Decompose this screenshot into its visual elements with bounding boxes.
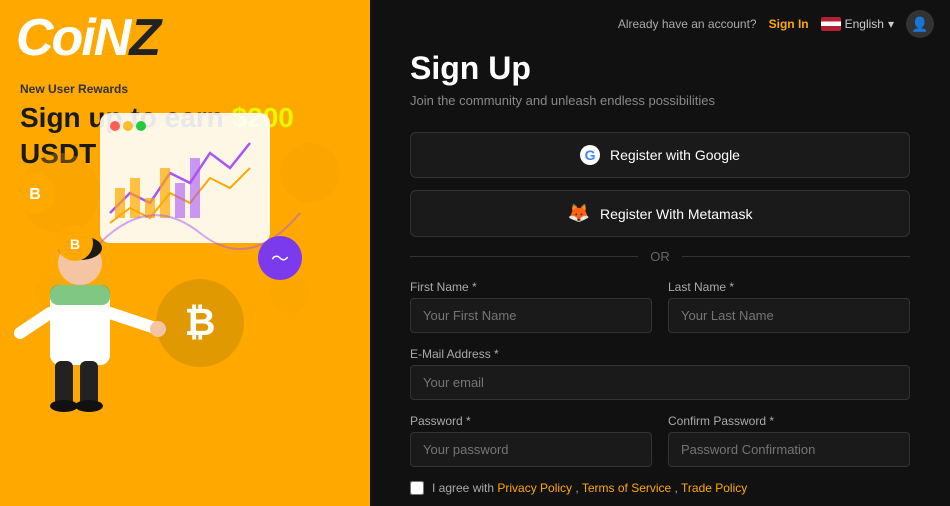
illustration: ₿ B B 〜	[0, 0, 370, 506]
password-row: Password * Confirm Password *	[410, 414, 910, 467]
top-bar: Already have an account? Sign In English…	[370, 0, 950, 48]
or-line-left	[410, 256, 638, 257]
email-group: E-Mail Address *	[410, 347, 910, 400]
last-name-group: Last Name *	[668, 280, 910, 333]
email-row: E-Mail Address *	[410, 347, 910, 400]
svg-text:〜: 〜	[271, 249, 289, 269]
terms-link[interactable]: Terms of Service	[582, 481, 671, 495]
sign-in-link[interactable]: Sign In	[769, 17, 809, 31]
user-avatar[interactable]: 👤	[906, 10, 934, 38]
trade-link[interactable]: Trade Policy	[681, 481, 747, 495]
name-row: First Name * Last Name *	[410, 280, 910, 333]
first-name-label: First Name *	[410, 280, 652, 294]
or-divider: OR	[410, 249, 910, 264]
flag-icon	[821, 17, 841, 31]
comma1: ,	[572, 481, 579, 495]
email-input[interactable]	[410, 365, 910, 400]
confirm-password-group: Confirm Password *	[668, 414, 910, 467]
first-name-input[interactable]	[410, 298, 652, 333]
svg-text:B: B	[70, 236, 80, 252]
google-register-button[interactable]: G Register with Google	[410, 132, 910, 178]
agree-prefix: I agree with	[432, 481, 497, 495]
left-panel: CoiNZ New User Rewards Sign up to earn $…	[0, 0, 370, 506]
form-title: Sign Up	[410, 50, 910, 87]
svg-text:B: B	[29, 186, 41, 203]
comma2: ,	[671, 481, 678, 495]
or-line-right	[682, 256, 910, 257]
existing-account-text: Already have an account?	[618, 17, 757, 31]
confirm-password-input[interactable]	[668, 432, 910, 467]
agree-checkbox[interactable]	[410, 481, 424, 495]
form-subtitle: Join the community and unleash endless p…	[410, 93, 910, 108]
language-selector[interactable]: English ▾	[821, 17, 894, 31]
google-icon: G	[580, 145, 600, 165]
privacy-policy-link[interactable]: Privacy Policy	[497, 481, 572, 495]
last-name-label: Last Name *	[668, 280, 910, 294]
email-label: E-Mail Address *	[410, 347, 910, 361]
form-container: Sign Up Join the community and unleash e…	[370, 0, 950, 506]
svg-text:₿: ₿	[185, 302, 216, 344]
confirm-password-label: Confirm Password *	[668, 414, 910, 428]
agree-text: I agree with Privacy Policy , Terms of S…	[432, 481, 747, 495]
password-group: Password *	[410, 414, 652, 467]
google-btn-label: Register with Google	[610, 147, 740, 163]
lang-label: English	[845, 17, 884, 31]
right-panel: Already have an account? Sign In English…	[370, 0, 950, 506]
metamask-icon: 🦊	[568, 203, 590, 224]
password-label: Password *	[410, 414, 652, 428]
metamask-btn-label: Register With Metamask	[600, 206, 752, 222]
first-name-group: First Name *	[410, 280, 652, 333]
last-name-input[interactable]	[668, 298, 910, 333]
or-text: OR	[650, 249, 670, 264]
password-input[interactable]	[410, 432, 652, 467]
chevron-down-icon: ▾	[888, 17, 894, 31]
terms-row: I agree with Privacy Policy , Terms of S…	[410, 481, 910, 495]
metamask-register-button[interactable]: 🦊 Register With Metamask	[410, 190, 910, 237]
